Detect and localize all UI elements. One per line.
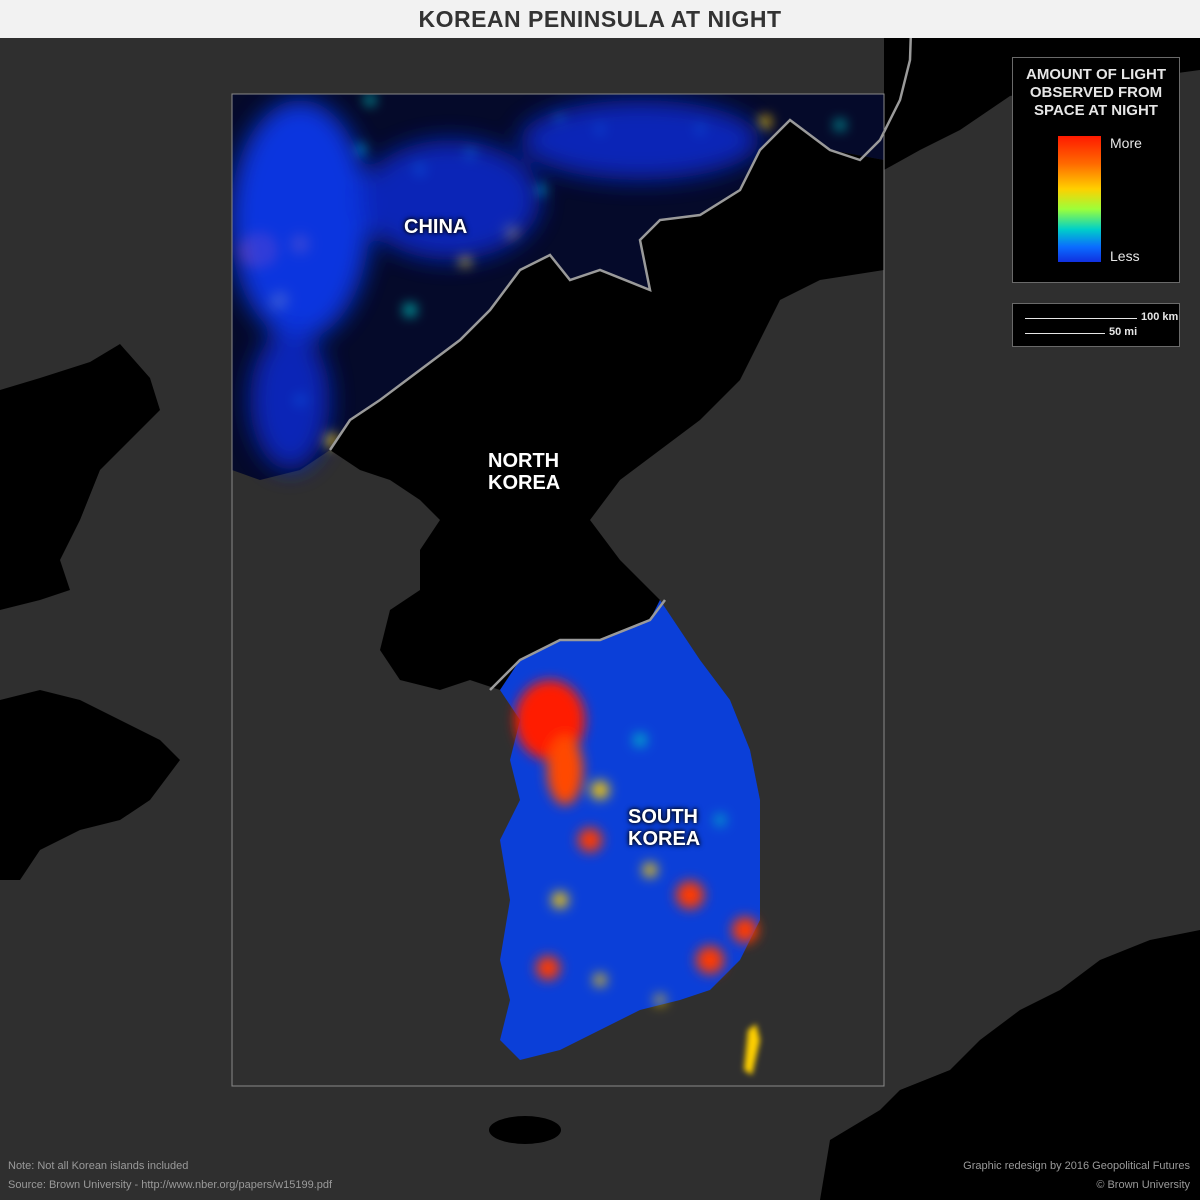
map-title: KOREAN PENINSULA AT NIGHT [418,5,782,32]
label-north-korea: NORTH KOREA [488,450,561,494]
label-south-korea: SOUTH KOREA [628,806,701,850]
scale-label-mi: 50 mi [1109,326,1138,338]
footer-source: Source: Brown University - http://www.nb… [8,1179,333,1191]
scale-bar: 100 km 50 mi [1012,303,1180,347]
scale-line-km [1025,318,1137,319]
legend-less-label: Less [1110,248,1140,264]
title-bar: KOREAN PENINSULA AT NIGHT [0,0,1200,38]
footer-note: Note: Not all Korean islands included [8,1160,189,1172]
legend-more-label: More [1110,135,1142,151]
label-china: CHINA [404,216,468,238]
footer-credit: Graphic redesign by 2016 Geopolitical Fu… [963,1160,1190,1172]
scale-line-mi [1025,333,1105,334]
legend-color-ramp [1058,136,1101,262]
light-legend: AMOUNT OF LIGHT OBSERVED FROM SPACE AT N… [1012,57,1180,283]
legend-title: AMOUNT OF LIGHT OBSERVED FROM SPACE AT N… [1026,66,1166,119]
jeju-island [489,1116,561,1144]
scale-label-km: 100 km [1141,311,1179,323]
footer-copyright: © Brown University [1096,1179,1190,1191]
